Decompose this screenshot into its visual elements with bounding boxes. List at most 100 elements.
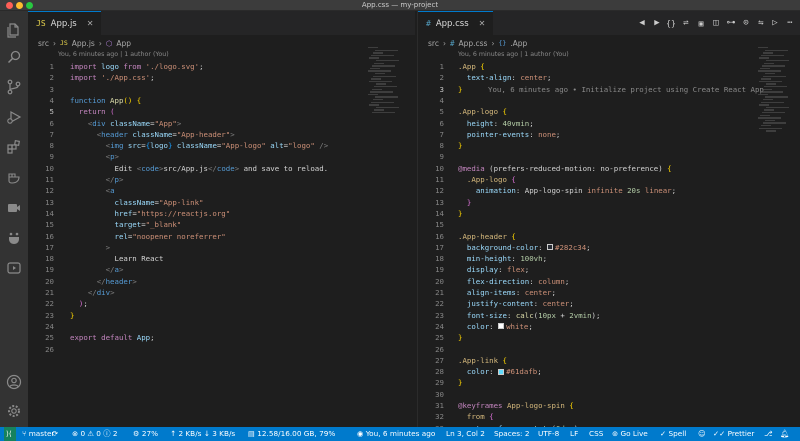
notifications-bell-icon[interactable]: 🔔︎: [780, 427, 789, 441]
source-control-icon[interactable]: [5, 78, 23, 96]
testing-icon[interactable]: [5, 229, 23, 247]
go-forward-icon[interactable]: ▶: [651, 17, 663, 29]
code-line[interactable]: 21 </div>: [28, 287, 415, 298]
split-icon[interactable]: ◫: [710, 17, 722, 29]
code-line[interactable]: 5 .App-logo {: [418, 106, 800, 117]
code-line[interactable]: 26: [28, 344, 415, 355]
code-line[interactable]: 21 align-items: center;: [418, 287, 800, 298]
minimap[interactable]: [758, 47, 800, 167]
git-commit-icon[interactable]: ⊙: [740, 17, 752, 29]
code-line[interactable]: 30: [418, 389, 800, 400]
breadcrumb-folder[interactable]: src: [428, 39, 439, 48]
terminal-icon[interactable]: ▣: [695, 17, 707, 29]
live-share-icon[interactable]: [5, 259, 23, 277]
blame-item[interactable]: ◉ You, 6 minutes ago: [357, 427, 435, 441]
go-back-icon[interactable]: ◀: [636, 17, 648, 29]
breadcrumb-file[interactable]: App.js: [72, 39, 95, 48]
close-tab-icon[interactable]: ✕: [87, 19, 94, 28]
encoding[interactable]: UTF-8: [538, 427, 559, 441]
breadcrumb-symbol[interactable]: App: [116, 39, 131, 48]
end-of-line[interactable]: LF: [570, 427, 578, 441]
compare-changes-icon[interactable]: ⇋: [755, 17, 767, 29]
close-tab-icon[interactable]: ✕: [479, 19, 486, 28]
account-icon[interactable]: [5, 373, 23, 391]
feedback-icon[interactable]: ⎇: [764, 427, 772, 441]
code-line[interactable]: 16 .App-header {: [418, 231, 800, 242]
language-mode[interactable]: CSS: [589, 427, 603, 441]
code-line[interactable]: 27 .App-link {: [418, 355, 800, 366]
color-swatch[interactable]: [547, 244, 554, 251]
branch-item[interactable]: ⑂ master: [22, 427, 54, 441]
code-line[interactable]: 8 <img src={logo} className="App-logo" a…: [28, 140, 415, 151]
color-swatch[interactable]: [498, 323, 505, 330]
code-line[interactable]: 3: [28, 84, 415, 95]
code-line[interactable]: 4 function App() {: [28, 95, 415, 106]
code-line[interactable]: 20 </header>: [28, 276, 415, 287]
memory-item[interactable]: ▤ 12.58/16.00 GB, 79%: [248, 427, 335, 441]
code-line[interactable]: 1 import logo from './logo.svg';: [28, 61, 415, 72]
close-window-button[interactable]: [6, 2, 13, 9]
tab-app-css[interactable]: # App.css ✕: [418, 11, 494, 35]
code-line[interactable]: 9 <p>: [28, 151, 415, 162]
code-line[interactable]: 22 );: [28, 298, 415, 309]
code-line[interactable]: 28 color: #61dafb;: [418, 366, 800, 377]
codelens-blame[interactable]: You, 6 minutes ago | 1 author (You): [458, 51, 569, 58]
code-line[interactable]: 18 Learn React: [28, 253, 415, 264]
code-line[interactable]: 14 href="https://reactjs.org": [28, 208, 415, 219]
prettier-item[interactable]: ✓✓ Prettier: [713, 427, 754, 441]
code-line[interactable]: 7 <header className="App-header">: [28, 129, 415, 140]
codelens-blame[interactable]: You, 6 minutes ago | 1 author (You): [58, 51, 169, 58]
cursor-position[interactable]: Ln 3, Col 2: [446, 427, 485, 441]
code-line[interactable]: 13 className="App-link": [28, 197, 415, 208]
breadcrumb-symbol[interactable]: .App: [510, 39, 527, 48]
code-line[interactable]: 10 Edit <code>src/App.js</code> and save…: [28, 163, 415, 174]
remote-indicator[interactable]: ⟩⟨: [4, 427, 16, 441]
run-icon[interactable]: ▷: [769, 17, 781, 29]
extensions-icon[interactable]: [5, 138, 23, 156]
code-line[interactable]: 29}: [418, 377, 800, 388]
explorer-icon[interactable]: [5, 21, 23, 39]
code-line[interactable]: 19 </a>: [28, 264, 415, 275]
code-line[interactable]: 25 export default App;: [28, 332, 415, 343]
code-line[interactable]: 24: [28, 321, 415, 332]
docker-icon[interactable]: [5, 169, 23, 187]
zoom-window-button[interactable]: [26, 2, 33, 9]
code-line[interactable]: 11 </p>: [28, 174, 415, 185]
code-line[interactable]: 7 pointer-events: none;: [418, 129, 800, 140]
copilot-icon[interactable]: ☺: [698, 427, 706, 441]
code-line[interactable]: 2 text-align: center;: [418, 72, 800, 83]
spell-check[interactable]: ✓ Spell: [660, 427, 686, 441]
code-line[interactable]: 19 display: flex;: [418, 264, 800, 275]
code-line[interactable]: 18 min-height: 100vh;: [418, 253, 800, 264]
breadcrumb-file[interactable]: App.css: [458, 39, 487, 48]
code-line[interactable]: 10 @media (prefers-reduced-motion: no-pre…: [418, 163, 800, 174]
compare-icon[interactable]: ⇌: [680, 17, 692, 29]
code-line[interactable]: 23 font-size: calc(10px + 2vmin);: [418, 310, 800, 321]
search-icon[interactable]: [5, 48, 23, 66]
code-line[interactable]: 4: [418, 95, 800, 106]
timeline-icon[interactable]: ⊶: [725, 17, 737, 29]
code-line[interactable]: 22 justify-content: center;: [418, 298, 800, 309]
settings-gear-icon[interactable]: [5, 402, 23, 420]
code-line[interactable]: 17 background-color: #282c34;: [418, 242, 800, 253]
cpu-item[interactable]: ⚙ 27%: [133, 427, 158, 441]
code-line[interactable]: 11 .App-logo {: [418, 174, 800, 185]
code-line[interactable]: 16 rel="noopener noreferrer": [28, 231, 415, 242]
code-line[interactable]: 8}: [418, 140, 800, 151]
code-line[interactable]: 12 animation: App-logo-spin infinite 20s…: [418, 185, 800, 196]
minimize-window-button[interactable]: [16, 2, 23, 9]
breadcrumb-folder[interactable]: src: [38, 39, 49, 48]
go-live-button[interactable]: ⊚ Go Live: [612, 427, 648, 441]
problems-item[interactable]: ⊗ 0 ⚠ 0 ⓘ 2: [72, 427, 118, 441]
code-line[interactable]: 1 .App {: [418, 61, 800, 72]
code-line[interactable]: 13 }: [418, 197, 800, 208]
braces-icon[interactable]: {}: [665, 17, 677, 29]
code-line[interactable]: 6 height: 40vmin;: [418, 118, 800, 129]
indentation[interactable]: Spaces: 2: [494, 427, 529, 441]
code-line[interactable]: 23}: [28, 310, 415, 321]
code-line[interactable]: 24 color: white;: [418, 321, 800, 332]
code-line[interactable]: 15: [418, 219, 800, 230]
code-line[interactable]: 2 import './App.css';: [28, 72, 415, 83]
code-line[interactable]: 5 return (: [28, 106, 415, 117]
code-line[interactable]: 20 flex-direction: column;: [418, 276, 800, 287]
